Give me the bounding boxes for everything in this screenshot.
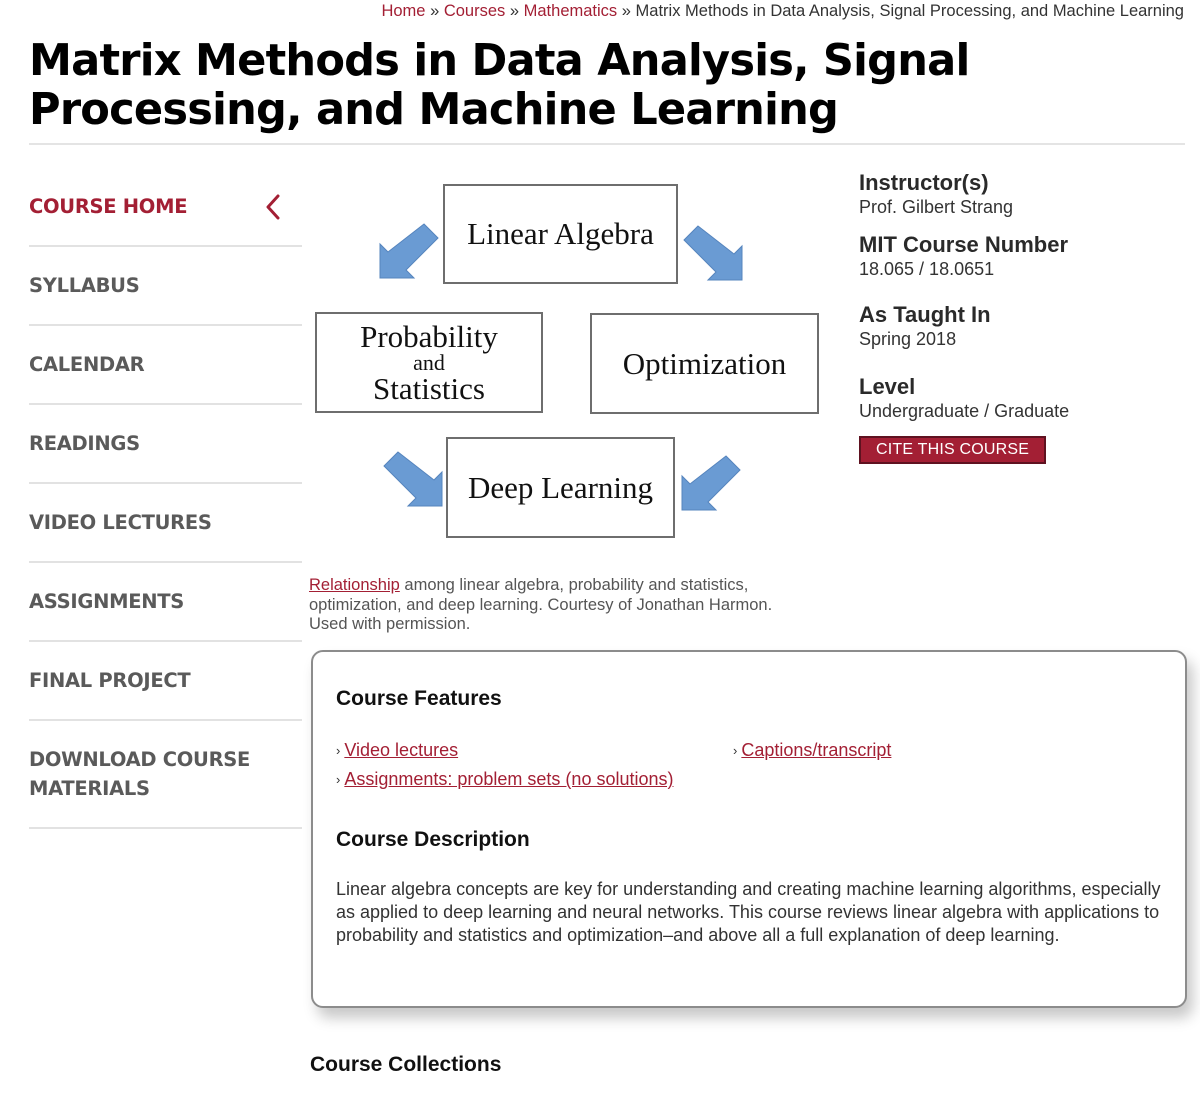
course-features-box: Course Features › Video lectures › Caption…	[311, 650, 1187, 1008]
feature-item: › Video lectures	[336, 738, 458, 764]
sidebar-item-download-course-materials[interactable]: DOWNLOAD COURSE MATERIALS	[29, 721, 302, 829]
chevron-right-icon: ›	[336, 743, 341, 758]
course-info-panel: Instructor(s) Prof. Gilbert Strang MIT C…	[859, 170, 1179, 464]
sidebar-item-label: DOWNLOAD COURSE MATERIALS	[29, 748, 251, 800]
course-diagram-image: Linear Algebra Probability and Statistic…	[310, 178, 830, 548]
diagram-box-linear-algebra: Linear Algebra	[443, 184, 678, 284]
sidebar-item-label: SYLLABUS	[29, 274, 140, 297]
feature-link-assignments[interactable]: Assignments: problem sets (no solutions)	[344, 769, 673, 789]
sidebar-item-calendar[interactable]: CALENDAR	[29, 326, 302, 405]
arrow-down-right-icon	[383, 451, 443, 507]
level-value: Undergraduate / Graduate	[859, 401, 1070, 421]
sidebar-item-final-project[interactable]: FINAL PROJECT	[29, 642, 302, 721]
sidebar-item-label: COURSE HOME	[29, 195, 188, 218]
feature-link-video-lectures[interactable]: Video lectures	[344, 740, 458, 760]
level-label: Level	[859, 374, 916, 399]
chevron-left-icon[interactable]	[266, 194, 280, 220]
course-collections-heading: Course Collections	[310, 1053, 502, 1076]
sidebar-item-syllabus[interactable]: SYLLABUS	[29, 247, 302, 326]
sidebar-item-label: READINGS	[29, 432, 140, 455]
breadcrumb-separator: »	[621, 2, 636, 20]
diagram-box-deep-learning: Deep Learning	[446, 437, 675, 538]
sidebar-item-label: ASSIGNMENTS	[29, 590, 184, 613]
diagram-box-probability-statistics: Probability and Statistics	[315, 312, 543, 413]
taught-in-value: Spring 2018	[859, 329, 957, 349]
diagram-label: and	[413, 349, 445, 375]
sidebar-item-assignments[interactable]: ASSIGNMENTS	[29, 563, 302, 642]
image-caption: Relationship among linear algebra, proba…	[309, 576, 809, 635]
feature-item: › Assignments: problem sets (no solutions…	[336, 767, 674, 793]
cite-course-button[interactable]: CITE THIS COURSE	[859, 436, 1047, 464]
diagram-label: Probability	[360, 318, 498, 354]
sidebar-item-label: FINAL PROJECT	[29, 669, 191, 692]
page-title: Matrix Methods in Data Analysis, Signal …	[29, 35, 970, 135]
diagram-label: Deep Learning	[467, 469, 654, 505]
chevron-right-icon: ›	[336, 772, 341, 787]
course-description-heading: Course Description	[336, 828, 530, 851]
course-description-text: Linear algebra concepts are key for unde…	[336, 879, 1161, 945]
course-features-heading: Course Features	[336, 687, 502, 710]
instructor-value: Prof. Gilbert Strang	[859, 197, 1014, 217]
arrow-down-left-icon	[681, 455, 741, 511]
diagram-label: Statistics	[373, 370, 485, 406]
diagram-label: Linear Algebra	[467, 216, 654, 251]
breadcrumb-separator: »	[430, 2, 444, 20]
arrow-down-right-icon	[683, 225, 743, 281]
diagram-box-optimization: Optimization	[590, 313, 819, 414]
breadcrumb-home[interactable]: Home	[381, 2, 425, 20]
diagram-label: Optimization	[622, 345, 787, 381]
taught-in-label: As Taught In	[859, 302, 991, 327]
breadcrumb: Home » Courses » Mathematics » Matrix Me…	[381, 0, 1184, 22]
feature-link-captions-transcript[interactable]: Captions/transcript	[741, 740, 891, 760]
chevron-right-icon: ›	[733, 743, 738, 758]
feature-item: › Captions/transcript	[733, 738, 891, 764]
sidebar-item-video-lectures[interactable]: VIDEO LECTURES	[29, 484, 302, 563]
course-number-label: MIT Course Number	[859, 232, 1069, 257]
breadcrumb-mathematics[interactable]: Mathematics	[524, 2, 618, 20]
arrow-down-left-icon	[379, 223, 439, 279]
course-nav-sidebar: COURSE HOME SYLLABUS CALENDAR READINGS V…	[29, 168, 302, 829]
sidebar-item-readings[interactable]: READINGS	[29, 405, 302, 484]
course-number-value: 18.065 / 18.0651	[859, 259, 995, 279]
title-divider	[29, 143, 1185, 145]
sidebar-item-label: CALENDAR	[29, 353, 145, 376]
breadcrumb-courses[interactable]: Courses	[444, 2, 505, 20]
breadcrumb-current: Matrix Methods in Data Analysis, Signal …	[635, 2, 1184, 20]
sidebar-item-course-home[interactable]: COURSE HOME	[29, 168, 302, 247]
sidebar-item-label: VIDEO LECTURES	[29, 511, 212, 534]
breadcrumb-separator: »	[509, 2, 524, 20]
caption-link[interactable]: Relationship	[309, 576, 400, 594]
instructor-label: Instructor(s)	[859, 170, 989, 195]
